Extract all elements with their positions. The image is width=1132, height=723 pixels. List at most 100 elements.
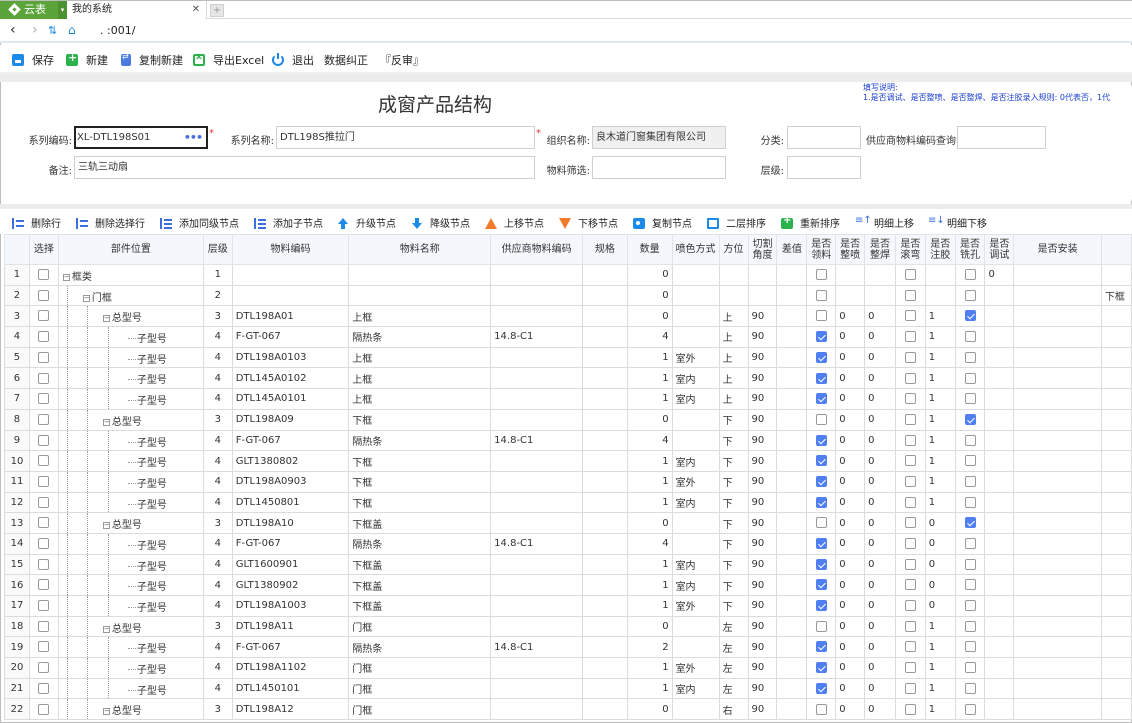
- two-level-sort-button[interactable]: 二层排序: [707, 215, 766, 230]
- pick-cell[interactable]: [806, 367, 837, 390]
- whole-weld-cell[interactable]: 0: [864, 408, 896, 431]
- select-cell[interactable]: [28, 367, 59, 390]
- collapse-toggle-icon[interactable]: −: [102, 625, 110, 633]
- select-cell[interactable]: [28, 408, 59, 431]
- direction-cell[interactable]: 左: [718, 657, 749, 679]
- tree-node[interactable]: 子型号: [127, 640, 167, 655]
- table-row[interactable]: 15 子型号 4 GLT1600901 下框盖 1 室内下 90 0 0 0: [4, 553, 1132, 576]
- tree-node[interactable]: − 总型号: [102, 516, 142, 531]
- debug-cell[interactable]: [984, 305, 1015, 328]
- qty-cell[interactable]: 1: [626, 346, 673, 369]
- qty-cell[interactable]: 1: [626, 367, 673, 390]
- select-cell[interactable]: [28, 470, 59, 493]
- direction-cell[interactable]: 上: [718, 305, 749, 328]
- app-brand-button[interactable]: 云表: [0, 1, 58, 20]
- material-name-cell[interactable]: 隔热条: [348, 636, 492, 659]
- spec-cell[interactable]: [582, 470, 628, 493]
- gw-cell[interactable]: [894, 264, 926, 286]
- diff-cell[interactable]: [776, 595, 808, 617]
- supplier-code-cell[interactable]: [490, 512, 583, 534]
- direction-cell[interactable]: 下: [718, 595, 749, 617]
- whole-weld-cell[interactable]: 0: [864, 698, 896, 721]
- qty-cell[interactable]: 0: [626, 512, 673, 534]
- extra-cell[interactable]: [1100, 553, 1132, 576]
- xk-cell[interactable]: [954, 408, 986, 431]
- diff-cell[interactable]: [776, 532, 808, 555]
- qty-cell[interactable]: 4: [626, 532, 673, 555]
- material-name-cell[interactable]: 门框: [348, 677, 492, 700]
- table-row[interactable]: 10 子型号 4 GLT1380802 下框 1 室内下 90 0 0 1: [4, 450, 1132, 472]
- col-whole-spray[interactable]: 是否整喷: [835, 234, 866, 265]
- direction-cell[interactable]: 左: [718, 615, 749, 638]
- diff-cell[interactable]: [776, 553, 808, 576]
- debug-cell[interactable]: [984, 429, 1015, 452]
- material-name-cell[interactable]: 下框盖: [348, 553, 492, 576]
- pick-checkbox[interactable]: [815, 703, 827, 715]
- whole-spray-cell[interactable]: 0: [835, 491, 866, 514]
- table-row[interactable]: 2 − 门框 2 0 下框: [4, 284, 1132, 307]
- part-position-cell[interactable]: − 总型号: [57, 305, 204, 328]
- direction-cell[interactable]: 上: [718, 326, 749, 348]
- spec-cell[interactable]: [582, 698, 628, 721]
- level-cell[interactable]: 1: [202, 264, 233, 286]
- roll-bend-checkbox[interactable]: [904, 558, 916, 570]
- pick-checkbox[interactable]: [815, 269, 827, 281]
- supplier-code-cell[interactable]: 14.8-C1: [490, 326, 583, 348]
- material-name-cell[interactable]: 上框: [348, 367, 492, 390]
- whole-weld-cell[interactable]: 0: [864, 450, 896, 472]
- qty-cell[interactable]: 0: [626, 284, 673, 307]
- material-code-cell[interactable]: DTL198A1003: [231, 595, 350, 617]
- qty-cell[interactable]: 1: [626, 595, 673, 617]
- direction-cell[interactable]: 下: [718, 408, 749, 431]
- pick-checkbox[interactable]: [815, 641, 827, 653]
- part-position-cell[interactable]: − 框类: [57, 264, 204, 286]
- gw-cell[interactable]: [894, 615, 926, 638]
- pick-checkbox[interactable]: [815, 289, 827, 301]
- whole-weld-cell[interactable]: 0: [864, 657, 896, 679]
- install-cell[interactable]: [1013, 470, 1102, 493]
- qty-cell[interactable]: 1: [626, 574, 673, 596]
- whole-weld-cell[interactable]: 0: [864, 367, 896, 390]
- material-filter-field[interactable]: [592, 156, 726, 179]
- part-position-cell[interactable]: 子型号: [57, 677, 204, 700]
- diff-cell[interactable]: [776, 388, 808, 410]
- cut-angle-cell[interactable]: 90: [747, 698, 778, 721]
- row-select-checkbox[interactable]: [38, 496, 50, 508]
- pick-checkbox[interactable]: [815, 413, 827, 425]
- qty-cell[interactable]: 1: [626, 450, 673, 472]
- glue-cell[interactable]: 0: [924, 512, 956, 534]
- mill-checkbox[interactable]: [964, 517, 976, 529]
- part-position-cell[interactable]: 子型号: [57, 367, 204, 390]
- debug-cell[interactable]: [984, 326, 1015, 348]
- cut-angle-cell[interactable]: 90: [747, 574, 778, 596]
- table-row[interactable]: 4 子型号 4 F-GT-067 隔热条 14.8-C1 4 上 90 0 0 1: [4, 326, 1132, 348]
- roll-bend-checkbox[interactable]: [904, 289, 916, 301]
- pick-cell[interactable]: [806, 657, 837, 679]
- row-select-checkbox[interactable]: [38, 703, 50, 715]
- detail-up-button[interactable]: 明细上移: [855, 215, 914, 230]
- material-name-cell[interactable]: 下框: [348, 491, 492, 514]
- spec-cell[interactable]: [582, 429, 628, 452]
- spray-cell[interactable]: [671, 264, 720, 286]
- gw-cell[interactable]: [894, 284, 926, 307]
- tree-node[interactable]: − 门框: [82, 289, 112, 304]
- install-cell[interactable]: [1013, 346, 1102, 369]
- debug-cell[interactable]: [984, 595, 1015, 617]
- glue-cell[interactable]: 1: [924, 491, 956, 514]
- row-select-checkbox[interactable]: [38, 331, 50, 343]
- qty-cell[interactable]: 1: [626, 388, 673, 410]
- material-name-cell[interactable]: 下框盖: [348, 595, 492, 617]
- direction-cell[interactable]: 下: [718, 450, 749, 472]
- glue-cell[interactable]: 1: [924, 388, 956, 410]
- material-name-cell[interactable]: 下框盖: [348, 574, 492, 596]
- series-name-field[interactable]: DTL198S推拉门: [276, 126, 535, 149]
- spec-cell[interactable]: [582, 657, 628, 679]
- glue-cell[interactable]: [924, 284, 956, 307]
- extra-cell[interactable]: [1100, 657, 1132, 679]
- supplier-code-cell[interactable]: [490, 305, 583, 328]
- part-position-cell[interactable]: 子型号: [57, 326, 204, 348]
- table-row[interactable]: 11 子型号 4 DTL198A0903 下框 1 室外下 90 0 0 1: [4, 470, 1132, 493]
- extra-cell[interactable]: [1100, 367, 1132, 390]
- pick-checkbox[interactable]: [815, 600, 827, 612]
- mill-checkbox[interactable]: [964, 434, 976, 446]
